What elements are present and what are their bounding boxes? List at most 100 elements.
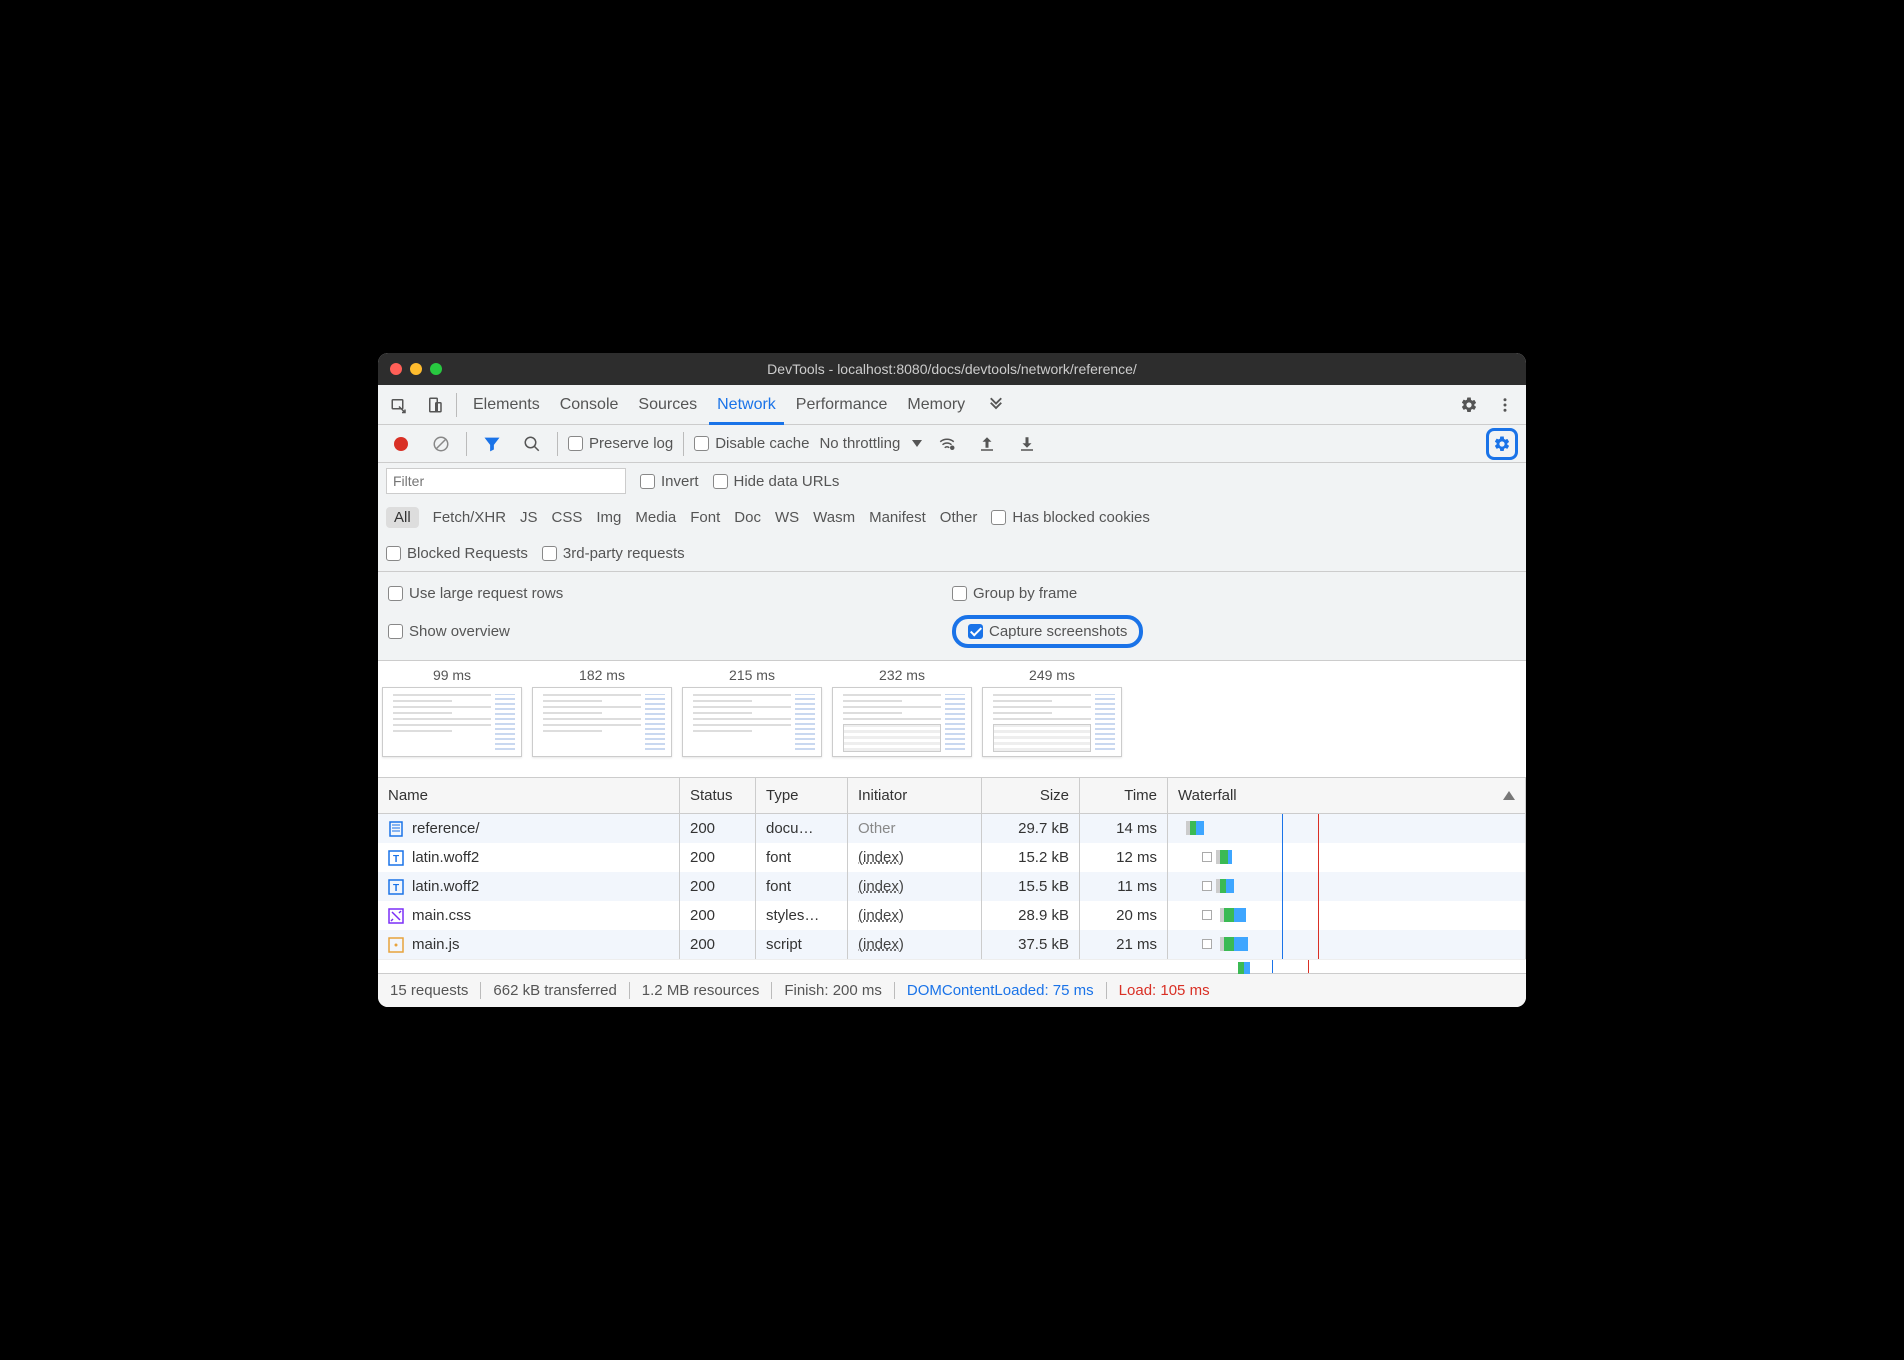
screenshot-time: 232 ms bbox=[879, 667, 925, 683]
screenshot-thumbnail[interactable]: 232 ms bbox=[832, 667, 972, 757]
cell-size: 15.5 kB bbox=[982, 872, 1080, 901]
requests-table: Name Status Type Initiator Size Time Wat… bbox=[378, 778, 1526, 973]
initiator-link[interactable]: (index) bbox=[858, 936, 904, 953]
network-conditions-icon[interactable] bbox=[932, 429, 962, 459]
has-blocked-cookies-checkbox[interactable]: Has blocked cookies bbox=[991, 509, 1150, 526]
kebab-menu-icon[interactable] bbox=[1490, 390, 1520, 420]
waterfall-queued bbox=[1202, 939, 1212, 949]
tab-memory[interactable]: Memory bbox=[897, 385, 975, 424]
status-requests: 15 requests bbox=[390, 982, 481, 999]
filter-type-css[interactable]: CSS bbox=[552, 509, 583, 526]
group-by-frame-label: Group by frame bbox=[973, 585, 1077, 602]
invert-checkbox[interactable]: Invert bbox=[640, 473, 699, 490]
filter-type-font[interactable]: Font bbox=[690, 509, 720, 526]
tab-network[interactable]: Network bbox=[707, 385, 786, 424]
separator bbox=[683, 432, 684, 456]
table-header: Name Status Type Initiator Size Time Wat… bbox=[378, 778, 1526, 814]
capture-screenshots-checkbox[interactable]: Capture screenshots bbox=[968, 623, 1127, 640]
search-icon[interactable] bbox=[517, 429, 547, 459]
close-icon[interactable] bbox=[390, 363, 402, 375]
show-overview-checkbox[interactable]: Show overview bbox=[388, 623, 510, 640]
initiator-link[interactable]: (index) bbox=[858, 849, 904, 866]
screenshot-image bbox=[982, 687, 1122, 757]
tab-elements[interactable]: Elements bbox=[463, 385, 550, 424]
network-settings-gear-icon[interactable] bbox=[1491, 433, 1513, 455]
preserve-log-label: Preserve log bbox=[589, 435, 673, 452]
disable-cache-checkbox[interactable]: Disable cache bbox=[694, 435, 809, 452]
initiator-link[interactable]: (index) bbox=[858, 907, 904, 924]
cell-size: 29.7 kB bbox=[982, 814, 1080, 843]
device-toggle-icon[interactable] bbox=[420, 390, 450, 420]
screenshot-thumbnail[interactable]: 99 ms bbox=[382, 667, 522, 757]
clear-icon[interactable] bbox=[426, 429, 456, 459]
throttling-select[interactable]: No throttling bbox=[819, 435, 922, 452]
filter-type-media[interactable]: Media bbox=[635, 509, 676, 526]
table-row[interactable]: reference/200docu…Other29.7 kB14 ms bbox=[378, 814, 1526, 843]
filter-type-fetch-xhr[interactable]: Fetch/XHR bbox=[433, 509, 506, 526]
tab-console[interactable]: Console bbox=[550, 385, 629, 424]
record-button[interactable] bbox=[386, 429, 416, 459]
cell-status: 200 bbox=[680, 843, 756, 872]
col-name[interactable]: Name bbox=[378, 778, 680, 813]
devtools-window: DevTools - localhost:8080/docs/devtools/… bbox=[378, 353, 1526, 1007]
filter-type-manifest[interactable]: Manifest bbox=[869, 509, 926, 526]
zoom-icon[interactable] bbox=[430, 363, 442, 375]
js-icon bbox=[388, 937, 404, 953]
col-time[interactable]: Time bbox=[1080, 778, 1168, 813]
filter-input[interactable] bbox=[386, 468, 626, 494]
cell-type: styles… bbox=[756, 901, 848, 930]
settings-gear-icon[interactable] bbox=[1454, 390, 1484, 420]
titlebar: DevTools - localhost:8080/docs/devtools/… bbox=[378, 353, 1526, 385]
hide-data-urls-checkbox[interactable]: Hide data URLs bbox=[713, 473, 840, 490]
initiator-text: Other bbox=[858, 820, 896, 837]
screenshot-image bbox=[832, 687, 972, 757]
col-initiator[interactable]: Initiator bbox=[848, 778, 982, 813]
screenshot-time: 182 ms bbox=[579, 667, 625, 683]
table-row[interactable]: Tlatin.woff2200font(index)15.2 kB12 ms bbox=[378, 843, 1526, 872]
upload-har-icon[interactable] bbox=[972, 429, 1002, 459]
screenshot-time: 99 ms bbox=[433, 667, 471, 683]
tabs-overflow-icon[interactable] bbox=[981, 390, 1011, 420]
cell-status: 200 bbox=[680, 930, 756, 959]
screenshot-image bbox=[682, 687, 822, 757]
cell-type: font bbox=[756, 843, 848, 872]
cell-status: 200 bbox=[680, 814, 756, 843]
large-rows-checkbox[interactable]: Use large request rows bbox=[388, 585, 563, 602]
tab-performance[interactable]: Performance bbox=[786, 385, 898, 424]
col-type[interactable]: Type bbox=[756, 778, 848, 813]
table-row[interactable]: main.css200styles…(index)28.9 kB20 ms bbox=[378, 901, 1526, 930]
table-row[interactable]: main.js200script(index)37.5 kB21 ms bbox=[378, 930, 1526, 959]
filter-type-all[interactable]: All bbox=[386, 507, 419, 528]
col-status[interactable]: Status bbox=[680, 778, 756, 813]
window-title: DevTools - localhost:8080/docs/devtools/… bbox=[378, 361, 1526, 377]
screenshot-thumbnail[interactable]: 182 ms bbox=[532, 667, 672, 757]
preserve-log-checkbox[interactable]: Preserve log bbox=[568, 435, 673, 452]
screenshot-thumbnail[interactable]: 249 ms bbox=[982, 667, 1122, 757]
filter-type-other[interactable]: Other bbox=[940, 509, 978, 526]
table-row[interactable]: Tlatin.woff2200font(index)15.5 kB11 ms bbox=[378, 872, 1526, 901]
blocked-requests-label: Blocked Requests bbox=[407, 545, 528, 562]
filter-type-doc[interactable]: Doc bbox=[734, 509, 761, 526]
filter-type-wasm[interactable]: Wasm bbox=[813, 509, 855, 526]
cell-status: 200 bbox=[680, 872, 756, 901]
minimize-icon[interactable] bbox=[410, 363, 422, 375]
third-party-checkbox[interactable]: 3rd-party requests bbox=[542, 545, 685, 562]
inspect-icon[interactable] bbox=[384, 390, 414, 420]
col-size[interactable]: Size bbox=[982, 778, 1080, 813]
download-har-icon[interactable] bbox=[1012, 429, 1042, 459]
filter-icon[interactable] bbox=[477, 429, 507, 459]
filter-type-js[interactable]: JS bbox=[520, 509, 538, 526]
col-waterfall[interactable]: Waterfall bbox=[1168, 778, 1526, 813]
waterfall-queued bbox=[1202, 910, 1212, 920]
tab-sources[interactable]: Sources bbox=[628, 385, 707, 424]
cell-size: 28.9 kB bbox=[982, 901, 1080, 930]
blocked-requests-checkbox[interactable]: Blocked Requests bbox=[386, 545, 528, 562]
svg-text:T: T bbox=[393, 854, 399, 865]
screenshot-time: 215 ms bbox=[729, 667, 775, 683]
cell-name: main.js bbox=[412, 936, 460, 953]
filter-type-ws[interactable]: WS bbox=[775, 509, 799, 526]
screenshot-thumbnail[interactable]: 215 ms bbox=[682, 667, 822, 757]
filter-type-img[interactable]: Img bbox=[596, 509, 621, 526]
initiator-link[interactable]: (index) bbox=[858, 878, 904, 895]
group-by-frame-checkbox[interactable]: Group by frame bbox=[952, 585, 1077, 602]
